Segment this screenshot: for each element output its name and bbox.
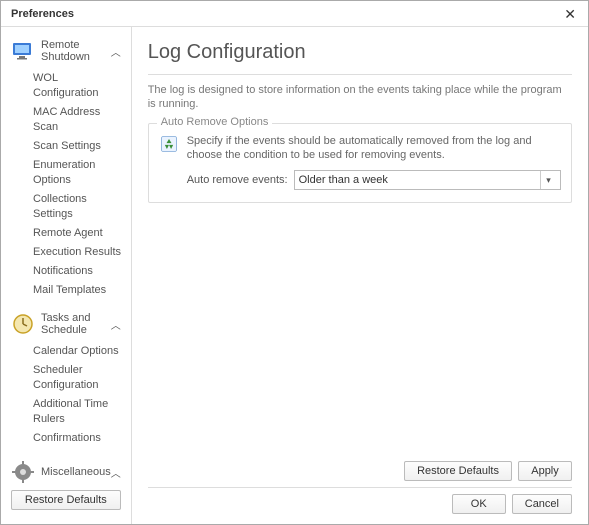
auto-remove-label: Auto remove events:	[187, 174, 288, 186]
page-title: Log Configuration	[148, 41, 572, 64]
apply-button[interactable]: Apply	[518, 461, 572, 481]
chevron-down-icon: ▾	[540, 171, 556, 189]
monitor-icon	[11, 39, 35, 63]
chevron-up-icon: ︿	[111, 317, 121, 332]
sidebar-item-mac-address-scan[interactable]: MAC Address Scan	[31, 103, 127, 137]
restore-defaults-button[interactable]: Restore Defaults	[404, 461, 512, 481]
fieldset-hint: Specify if the events should be automati…	[187, 134, 561, 162]
sidebar-item-confirmations[interactable]: Confirmations	[31, 429, 127, 448]
chevron-up-icon: ︿	[111, 465, 121, 480]
window-title: Preferences	[11, 8, 74, 20]
chevron-up-icon: ︿	[111, 44, 121, 59]
divider	[148, 74, 572, 75]
titlebar: Preferences ✕	[1, 1, 588, 27]
section-tasks-and-schedule[interactable]: Tasks and Schedule ︿	[5, 308, 127, 340]
section-remote-shutdown[interactable]: Remote Shutdown ︿	[5, 35, 127, 67]
section-label: Tasks and Schedule	[41, 312, 111, 336]
restore-defaults-sidebar-button[interactable]: Restore Defaults	[11, 490, 121, 510]
section-label: Miscellaneous	[41, 466, 111, 478]
sidebar-item-remote-agent[interactable]: Remote Agent	[31, 224, 127, 243]
fieldset-legend: Auto Remove Options	[157, 116, 273, 128]
clock-icon	[11, 312, 35, 336]
close-icon[interactable]: ✕	[560, 7, 580, 21]
auto-remove-select[interactable]: Older than a week ▾	[294, 170, 561, 190]
main-panel: Log Configuration The log is designed to…	[132, 27, 588, 524]
page-description: The log is designed to store information…	[148, 83, 572, 111]
gear-icon	[11, 460, 35, 484]
cancel-button[interactable]: Cancel	[512, 494, 572, 514]
sidebar-item-scheduler-configuration[interactable]: Scheduler Configuration	[31, 361, 127, 395]
sidebar: Remote Shutdown ︿ WOL Configuration MAC …	[1, 27, 132, 524]
sidebar-item-wol-configuration[interactable]: WOL Configuration	[31, 69, 127, 103]
sidebar-item-mail-templates[interactable]: Mail Templates	[31, 281, 127, 300]
sidebar-item-collections-settings[interactable]: Collections Settings	[31, 190, 127, 224]
sidebar-item-additional-time-rulers[interactable]: Additional Time Rulers	[31, 395, 127, 429]
section-label: Remote Shutdown	[41, 39, 111, 63]
auto-remove-value: Older than a week	[299, 174, 540, 186]
sidebar-item-notifications[interactable]: Notifications	[31, 262, 127, 281]
sidebar-item-enumeration-options[interactable]: Enumeration Options	[31, 156, 127, 190]
sidebar-item-execution-results[interactable]: Execution Results	[31, 243, 127, 262]
sidebar-item-scan-settings[interactable]: Scan Settings	[31, 137, 127, 156]
auto-remove-fieldset: Auto Remove Options Specify if the event…	[148, 123, 572, 203]
section-miscellaneous[interactable]: Miscellaneous ︿	[5, 456, 127, 484]
recycle-icon	[159, 134, 179, 154]
sidebar-item-calendar-options[interactable]: Calendar Options	[31, 342, 127, 361]
ok-button[interactable]: OK	[452, 494, 506, 514]
